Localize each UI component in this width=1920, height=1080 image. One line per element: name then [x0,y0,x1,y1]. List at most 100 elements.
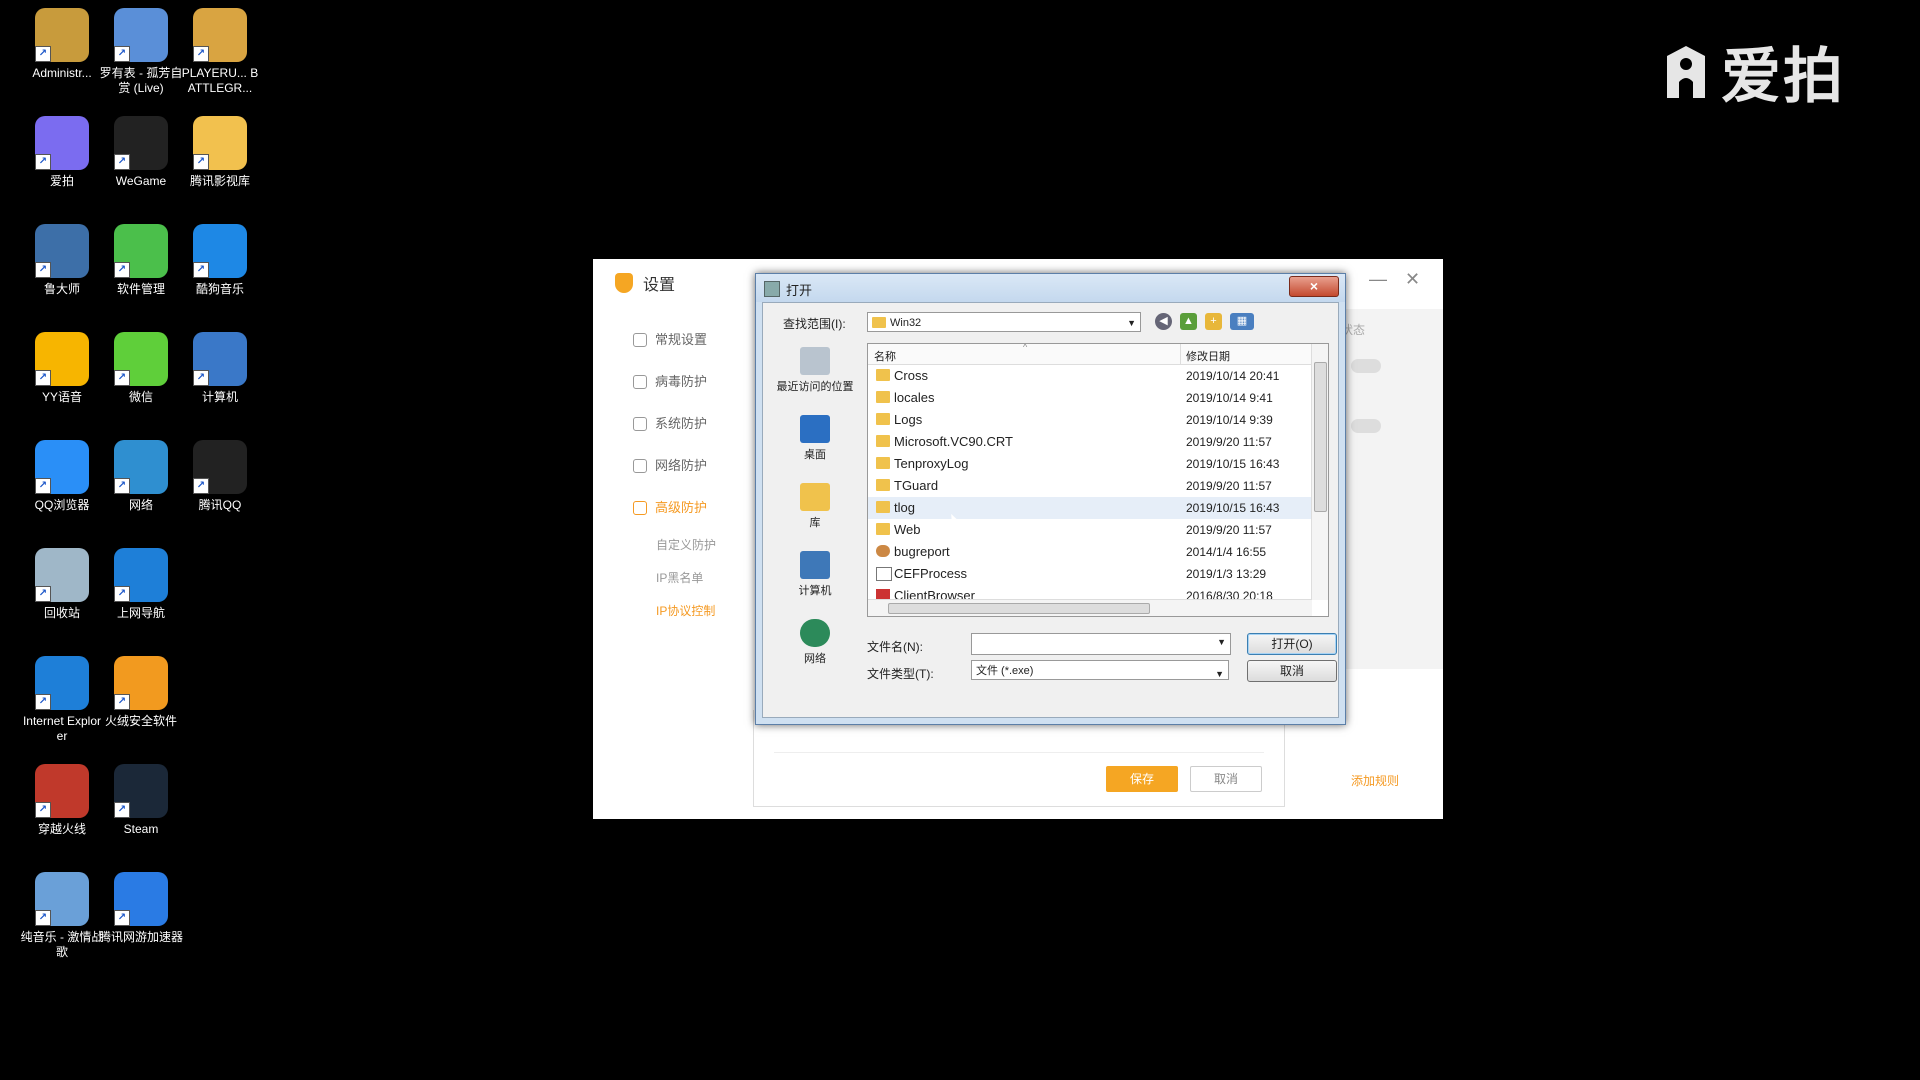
nav-system[interactable]: 系统防护 [633,403,753,445]
desktop-icon-item[interactable]: ↗ PLAYERU... BATTLEGR... [178,8,262,96]
desktop-icon-label: 腾讯网游加速器 [99,930,184,944]
desktop-icon-item[interactable]: ↗ YY语音 [20,332,104,405]
huorong-shield-icon [615,273,633,293]
dialog-cancel-button[interactable]: 取消 [1247,660,1337,682]
dialog-app-icon [764,281,780,297]
subnav-custom[interactable]: 自定义防护 [633,529,753,562]
close-button[interactable]: ✕ [1405,269,1420,290]
status-toggle[interactable] [1351,359,1381,373]
desktop-icon-item[interactable]: ↗ 回收站 [20,548,104,621]
desktop-icon-item[interactable]: ↗ 纯音乐 - 激情战歌 [20,872,104,960]
file-row[interactable]: Microsoft.VC90.CRT 2019/9/20 11:57 [868,431,1328,453]
desktop-icon-item[interactable]: ↗ 爱拍 [20,116,104,189]
file-row[interactable]: locales 2019/10/14 9:41 [868,387,1328,409]
filetype-dropdown[interactable]: 文件 (*.exe) ▼ [971,660,1229,680]
desktop-icon-item[interactable]: ↗ WeGame [99,116,183,189]
scroll-thumb[interactable] [1314,362,1327,512]
column-modified[interactable]: 修改日期 [1186,348,1230,364]
nav-advanced[interactable]: 高级防护 [633,487,753,529]
place-recent[interactable]: 最近访问的位置 [769,347,861,411]
subnav-ip-protocol[interactable]: IP协议控制 [633,595,753,628]
file-row[interactable]: bugreport 2014/1/4 16:55 [868,541,1328,563]
desktop-icon-item[interactable]: ↗ 鲁大师 [20,224,104,297]
ie-navigation-icon: ↗ [114,548,168,602]
nav-network[interactable]: 网络防护 [633,445,753,487]
open-button[interactable]: 打开(O) [1247,633,1337,655]
file-row[interactable]: Logs 2019/10/14 9:39 [868,409,1328,431]
dialog-title-bar[interactable]: 打开 × [756,274,1345,302]
desktop-icon-label: 鲁大师 [43,282,80,296]
add-rule-link[interactable]: 添加规则 [1351,772,1399,789]
desktop-icon-label: 腾讯QQ [198,498,242,512]
dialog-close-button[interactable]: × [1289,276,1339,297]
file-row[interactable]: TenproxyLog 2019/10/15 16:43 [868,453,1328,475]
vertical-scrollbar[interactable] [1311,344,1328,600]
file-name: Logs [894,412,923,427]
desktop-icon-item[interactable]: ↗ Internet Explorer [20,656,104,744]
column-separator[interactable] [1180,344,1181,364]
desktop-icon-item[interactable]: ↗ 腾讯影视库 [178,116,262,189]
subnav-ip-blacklist[interactable]: IP黑名单 [633,562,753,595]
nav-virus[interactable]: 病毒防护 [633,361,753,403]
desktop-icon-item[interactable]: ↗ QQ浏览器 [20,440,104,513]
view-menu-icon[interactable]: ▦ [1230,313,1254,330]
minimize-button[interactable]: — [1369,269,1387,290]
chevron-down-icon[interactable]: ▼ [1217,637,1226,647]
shortcut-arrow-icon: ↗ [114,370,130,386]
place-libraries[interactable]: 库 [769,483,861,547]
file-row[interactable]: Cross 2019/10/14 20:41 [868,365,1328,387]
status-toggle[interactable] [1351,419,1381,433]
desktop-icon-item[interactable]: ↗ Steam [99,764,183,837]
look-in-dropdown[interactable]: Win32 ▼ [867,312,1141,332]
desktop-icon-item[interactable]: ↗ 网络 [99,440,183,513]
desktop-icon-item[interactable]: ↗ 微信 [99,332,183,405]
horizontal-scrollbar[interactable] [868,599,1312,616]
back-icon[interactable]: ◀ [1155,313,1172,330]
cancel-button[interactable]: 取消 [1190,766,1262,792]
nav-general[interactable]: 常规设置 [633,319,753,361]
file-row[interactable]: TGuard 2019/9/20 11:57 [868,475,1328,497]
place-computer[interactable]: 计算机 [769,551,861,615]
desktop-icon-item[interactable]: ↗ 腾讯QQ [178,440,262,513]
file-name: Microsoft.VC90.CRT [894,434,1013,449]
filename-input[interactable]: ▼ [971,633,1231,655]
shortcut-arrow-icon: ↗ [114,586,130,602]
save-button[interactable]: 保存 [1106,766,1178,792]
gear-icon [633,333,647,347]
desktop-icon-item[interactable]: ↗ 酷狗音乐 [178,224,262,297]
file-row[interactable]: CEFProcess 2019/1/3 13:29 [868,563,1328,585]
place-desktop[interactable]: 桌面 [769,415,861,479]
tencent-game-accelerator-icon: ↗ [114,872,168,926]
desktop-icon-item[interactable]: ↗ 腾讯网游加速器 [99,872,183,945]
desktop-icon-label: 上网导航 [116,606,165,620]
scroll-thumb[interactable] [888,603,1150,614]
desktop-icon-item[interactable]: ↗ Administr... [20,8,104,81]
desktop-icon-label: 软件管理 [116,282,165,296]
kugou-icon: ↗ [193,224,247,278]
file-row[interactable]: Web 2019/9/20 11:57 [868,519,1328,541]
folder-icon [876,457,890,469]
nav-label: 病毒防护 [655,374,708,389]
file-date: 2019/9/20 11:57 [1186,435,1272,449]
shortcut-arrow-icon: ↗ [114,154,130,170]
desktop-icon-item[interactable]: ↗ 火绒安全软件 [99,656,183,729]
place-label: 最近访问的位置 [776,381,854,393]
up-folder-icon[interactable]: ▲ [1180,313,1197,330]
file-name: TGuard [894,478,939,493]
desktop-icon-label: 腾讯影视库 [189,174,250,188]
place-network[interactable]: 网络 [769,619,861,683]
new-folder-icon[interactable]: + [1205,313,1222,330]
folder-icon [876,391,890,403]
desktop-icon-item[interactable]: ↗ 罗有表 - 孤芳自赏 (Live) [99,8,183,96]
desktop-icon-item[interactable]: ↗ 上网导航 [99,548,183,621]
desktop-icon-item[interactable]: ↗ 计算机 [178,332,262,405]
column-name[interactable]: 名称 [874,348,896,364]
file-name: tlog [894,500,915,515]
desktop-icon-item[interactable]: ↗ 软件管理 [99,224,183,297]
internet-explorer-icon: ↗ [35,656,89,710]
virus-shield-icon [633,375,647,389]
shortcut-arrow-icon: ↗ [35,154,51,170]
file-row[interactable]: tlog 2019/10/15 16:43 [868,497,1328,519]
chevron-down-icon: ▼ [1215,669,1224,679]
desktop-icon-item[interactable]: ↗ 穿越火线 [20,764,104,837]
